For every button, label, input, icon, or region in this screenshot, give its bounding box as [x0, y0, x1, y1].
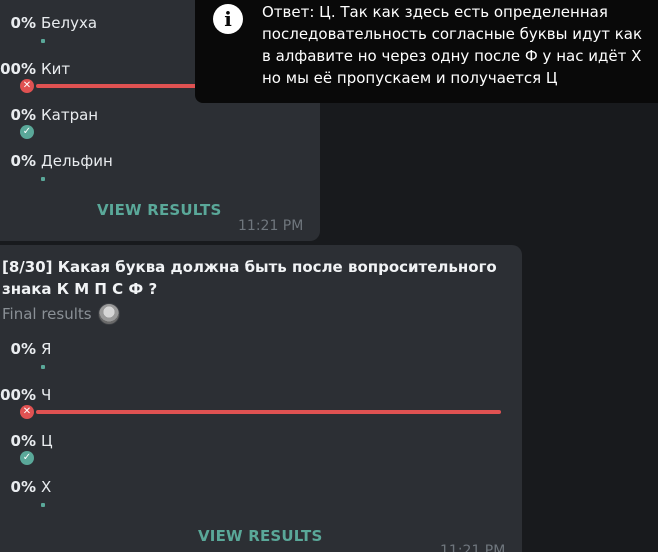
vote-bar — [36, 410, 501, 414]
option-label: Ч — [41, 386, 52, 404]
poll-option: 0% Катран ✓ — [0, 106, 320, 150]
option-label: Х — [41, 478, 52, 496]
poll-option: 0% Ц ✓ — [0, 432, 520, 476]
wrong-answer-icon: ✕ — [20, 79, 34, 93]
wrong-answer-icon: ✕ — [20, 405, 34, 419]
poll-status-text: Final results — [2, 305, 92, 323]
option-percent: 100% — [0, 60, 36, 78]
option-percent: 0% — [10, 14, 36, 32]
option-percent: 0% — [10, 478, 36, 496]
vote-bar — [41, 365, 45, 369]
option-label: Кит — [41, 60, 71, 78]
option-label: Ц — [41, 432, 53, 450]
option-percent: 0% — [10, 432, 36, 450]
toast-text: Ответ: Ц. Так как здесь есть определенна… — [262, 3, 643, 87]
option-percent: 100% — [0, 386, 36, 404]
view-results-button[interactable]: VIEW RESULTS — [198, 527, 323, 545]
info-icon: i — [213, 4, 243, 34]
correct-answer-icon: ✓ — [20, 451, 34, 465]
poll-option: 100% Ч ✕ — [0, 386, 520, 430]
view-results-button[interactable]: VIEW RESULTS — [97, 201, 222, 219]
vote-bar — [41, 503, 45, 507]
poll-option: 0% Х — [0, 478, 520, 522]
poll-status: Final results — [2, 303, 120, 325]
correct-answer-icon: ✓ — [20, 125, 34, 139]
message-time: 11:21 PM — [238, 218, 304, 234]
option-percent: 0% — [10, 106, 36, 124]
option-percent: 0% — [10, 340, 36, 358]
poll-question: [8/30] Какая буква должна быть после воп… — [2, 258, 497, 298]
option-percent: 0% — [10, 152, 36, 170]
chat-window: 0% Белуха 100% Кит ✕ 0% Катран ✓ 0% Дель… — [0, 0, 658, 552]
avatar[interactable] — [97, 303, 120, 325]
poll-option: 0% Дельфин — [0, 152, 320, 196]
message-time: 11:21 PM — [440, 543, 506, 552]
vote-bar — [41, 177, 45, 181]
option-label: Катран — [41, 106, 99, 124]
vote-bar — [41, 39, 45, 43]
option-label: Белуха — [41, 14, 98, 32]
option-label: Дельфин — [41, 152, 113, 170]
option-label: Я — [41, 340, 52, 358]
poll-option: 0% Я — [0, 340, 520, 384]
